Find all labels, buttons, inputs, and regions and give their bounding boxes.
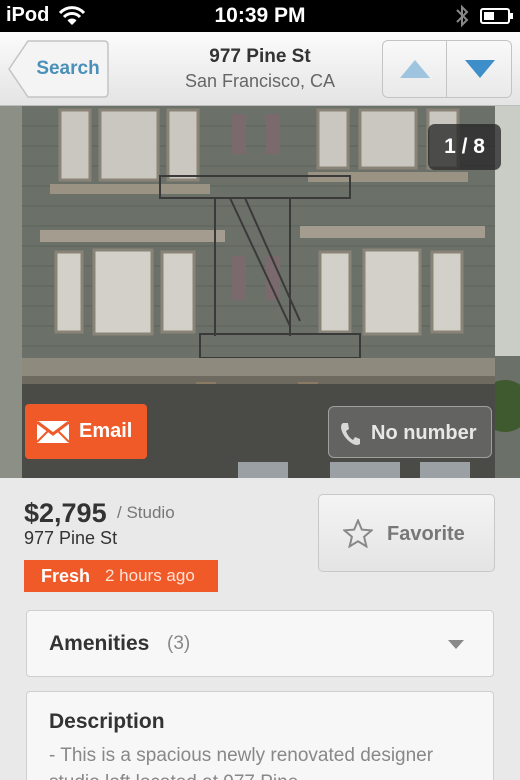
previous-listing-button[interactable] <box>383 41 447 97</box>
amenities-title: Amenities <box>49 632 150 655</box>
listing-price: $2,795 <box>24 498 107 528</box>
chevron-down-icon <box>448 640 464 649</box>
status-bar: iPod 10:39 PM <box>0 0 520 32</box>
triangle-down-icon <box>465 60 495 78</box>
navigation-bar: Search 977 Pine St San Francisco, CA <box>0 32 520 106</box>
clock: 10:39 PM <box>214 4 306 27</box>
envelope-icon <box>36 420 70 443</box>
listing-photo[interactable]: 1 / 8 Email No number <box>0 106 520 478</box>
description-text: - This is a spacious newly renovated des… <box>49 745 434 780</box>
amenities-section[interactable]: Amenities (3) <box>26 610 494 677</box>
battery-icon <box>480 8 513 24</box>
star-icon <box>343 519 373 548</box>
posted-time: 2 hours ago <box>105 566 195 585</box>
call-button[interactable]: No number <box>328 406 492 458</box>
fresh-label: Fresh <box>41 566 91 586</box>
back-button-label: Search <box>36 58 100 79</box>
listing-pager <box>382 40 512 98</box>
email-button-label: Email <box>79 420 133 442</box>
next-listing-button[interactable] <box>448 41 511 97</box>
triangle-up-icon <box>400 60 430 78</box>
call-button-label: No number <box>371 422 477 444</box>
page-title: 977 Pine St <box>209 46 311 67</box>
back-to-search-button[interactable]: Search <box>8 40 109 98</box>
favorite-button-label: Favorite <box>387 523 465 545</box>
page-subtitle: San Francisco, CA <box>184 71 336 91</box>
freshness-badge: Fresh 2 hours ago <box>24 560 218 592</box>
photo-counter: 1 / 8 <box>428 124 501 170</box>
description-title: Description <box>49 710 165 733</box>
amenities-count: (3) <box>167 633 191 654</box>
listing-address: 977 Pine St <box>24 528 118 548</box>
bluetooth-icon <box>456 4 469 28</box>
phone-icon <box>341 423 360 445</box>
listing-info: $2,795 / Studio 977 Pine St Fresh 2 hour… <box>0 478 520 780</box>
listing-screen: iPod 10:39 PM Search 977 Pine St San Fra… <box>0 0 520 780</box>
email-button[interactable]: Email <box>25 404 147 459</box>
favorite-button[interactable]: Favorite <box>318 494 495 572</box>
unit-type: / Studio <box>117 503 175 522</box>
description-section: Description - This is a spacious newly r… <box>26 691 494 780</box>
